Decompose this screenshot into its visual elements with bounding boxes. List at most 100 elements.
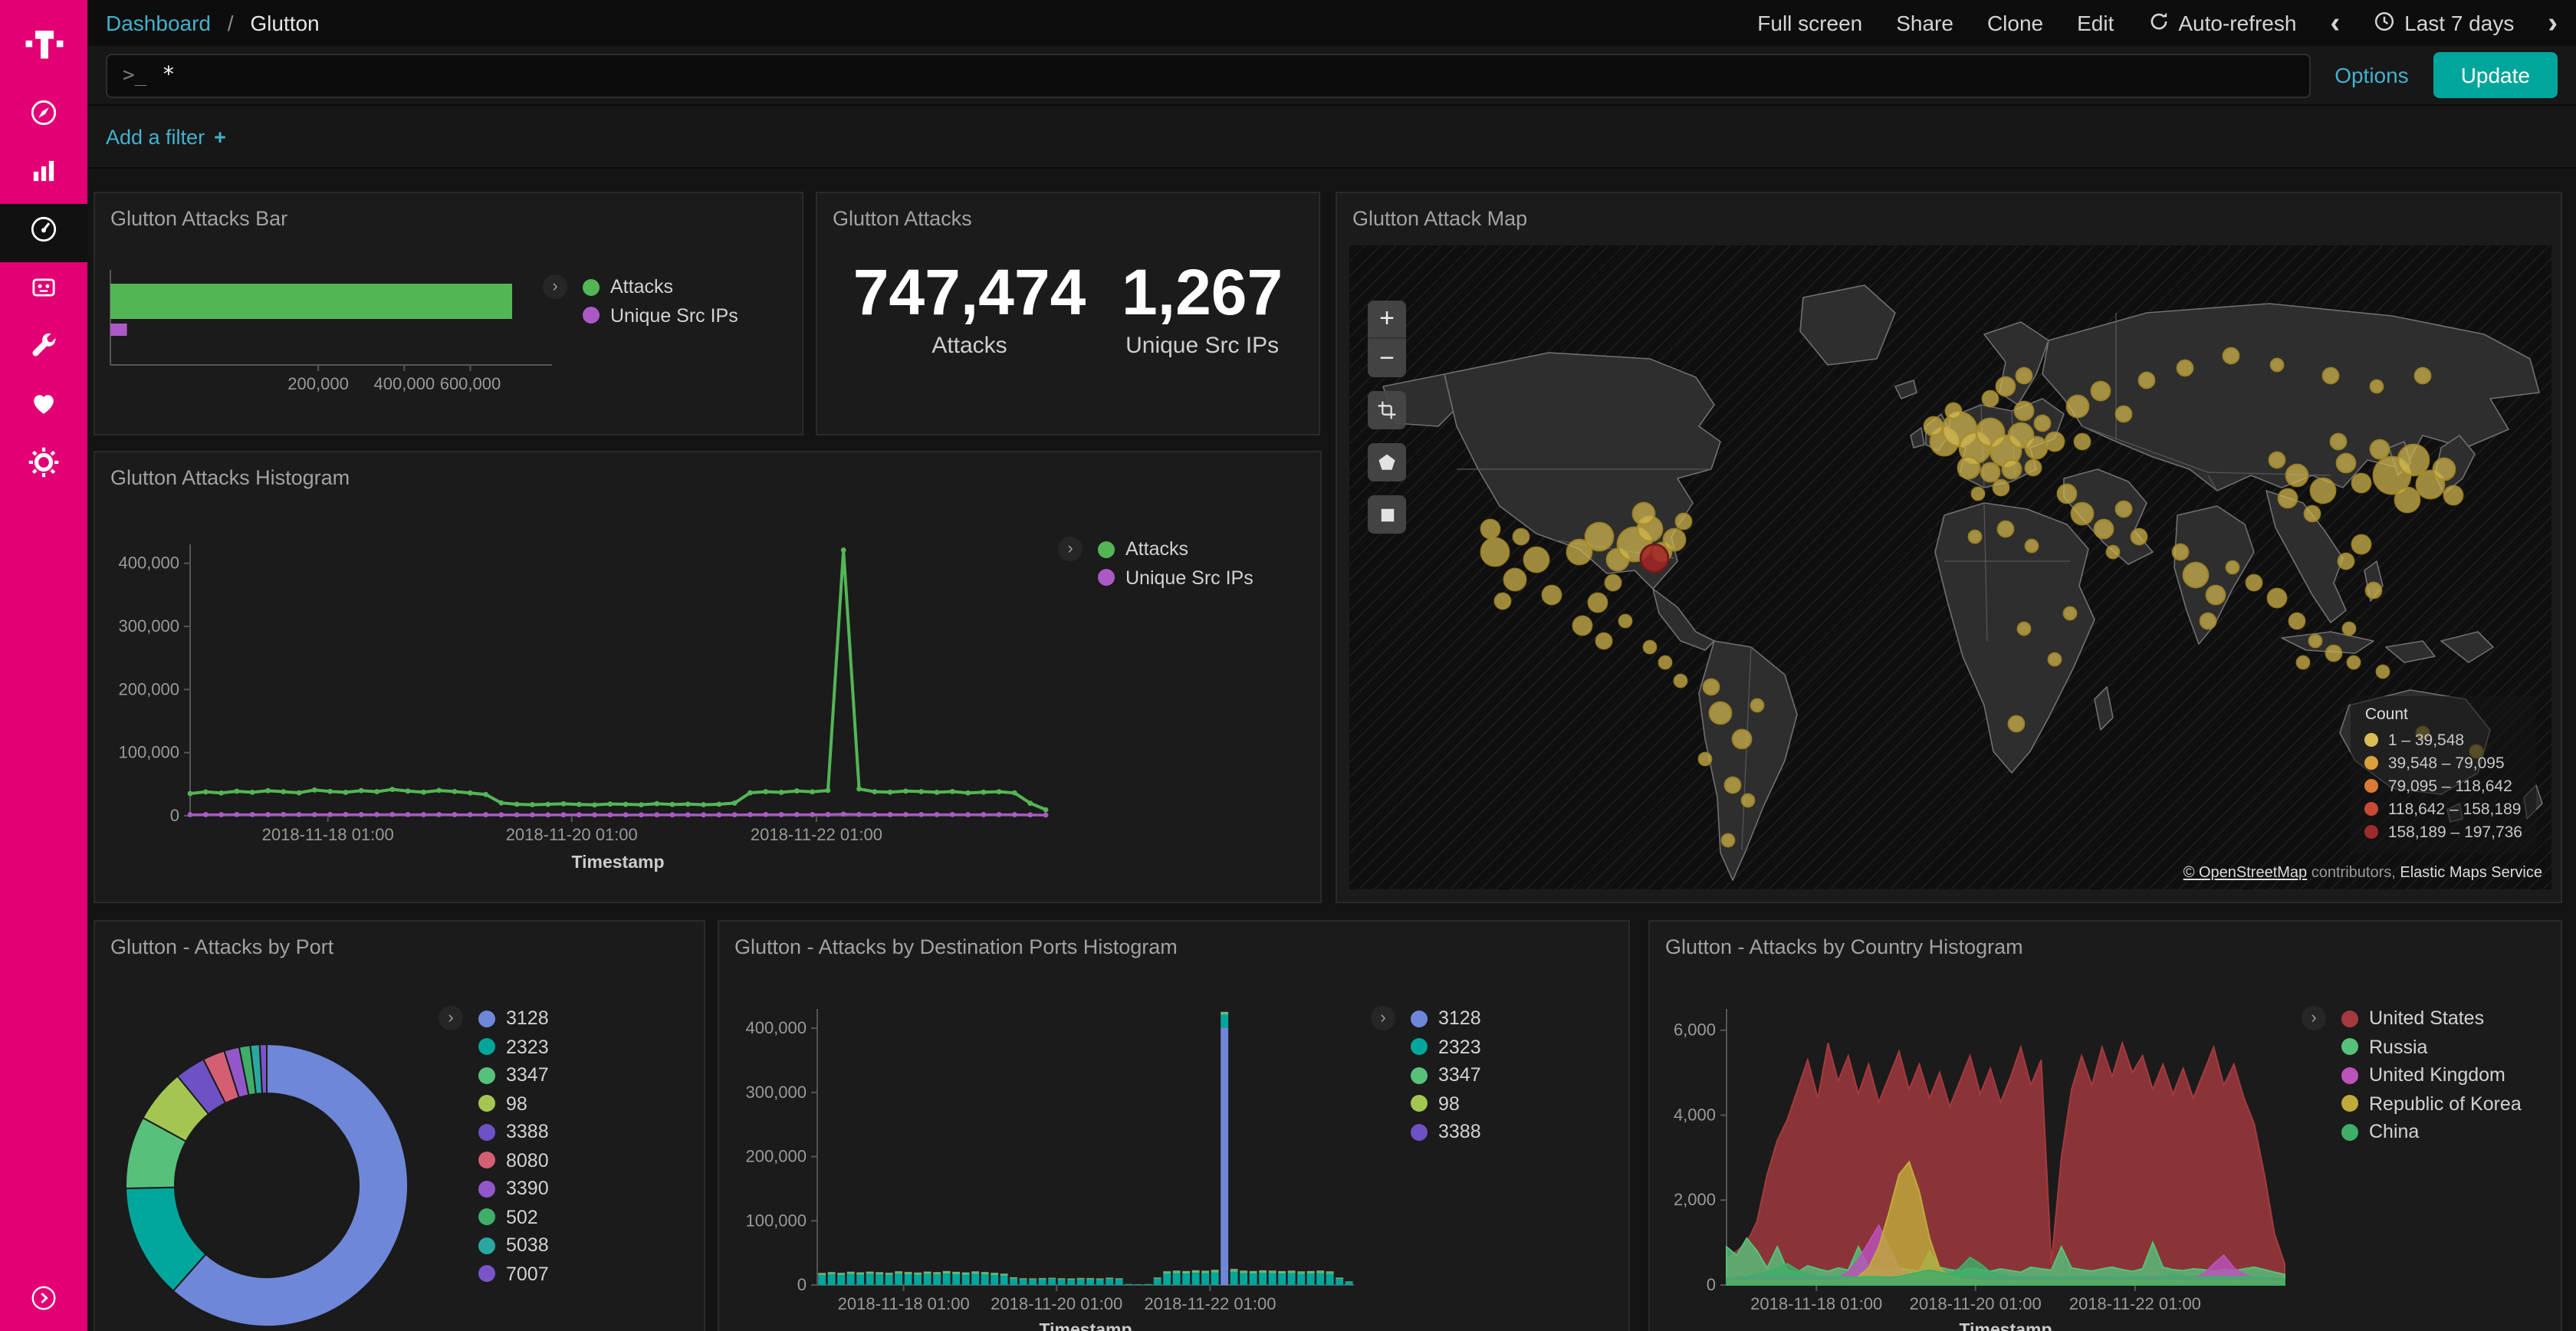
tmobile-logo[interactable]: [0, 0, 87, 87]
map-bubble[interactable]: [2433, 458, 2455, 480]
map-bubble[interactable]: [2269, 452, 2285, 468]
map-bubble[interactable]: [2026, 460, 2041, 475]
legend-item[interactable]: Republic of Korea: [2341, 1089, 2522, 1118]
map-bubble[interactable]: [2116, 406, 2131, 422]
legend-item[interactable]: 3347: [478, 1061, 549, 1089]
map-bubble[interactable]: [2289, 613, 2305, 629]
map-bubble[interactable]: [2045, 432, 2064, 451]
map-bubble[interactable]: [2371, 380, 2383, 393]
map-bubble[interactable]: [2415, 368, 2430, 383]
map-bubble[interactable]: [1504, 569, 1526, 590]
map-bubble[interactable]: [1674, 675, 1687, 687]
legend-item[interactable]: 3388: [478, 1118, 549, 1146]
map-bubble[interactable]: [1596, 633, 1612, 649]
map-bubble-hotspot[interactable]: [1641, 544, 1668, 572]
map-bubble[interactable]: [2323, 368, 2338, 383]
map-bubble[interactable]: [1573, 616, 1592, 635]
zoom-out-button[interactable]: −: [1368, 339, 1406, 377]
sidebar-item-visualize[interactable]: [0, 146, 87, 204]
map-bubble[interactable]: [2268, 589, 2286, 607]
map-bubble[interactable]: [2366, 583, 2381, 598]
legend-item[interactable]: China: [2341, 1118, 2522, 1146]
map-bubble[interactable]: [2226, 561, 2239, 573]
map-bubble[interactable]: [2305, 506, 2320, 521]
map-bubble[interactable]: [1722, 834, 1734, 846]
legend-item[interactable]: 3128: [1411, 1004, 1481, 1033]
map-bubble[interactable]: [2091, 382, 2110, 400]
sidebar-item-dev-tools[interactable]: [0, 320, 87, 379]
map-bubble[interactable]: [1585, 523, 1613, 550]
map-bubble[interactable]: [2246, 575, 2262, 590]
legend-item[interactable]: 2323: [478, 1033, 549, 1061]
legend-item[interactable]: 5038: [478, 1231, 549, 1260]
map-bubble[interactable]: [2343, 623, 2355, 635]
search-query-box[interactable]: >_: [106, 53, 2310, 97]
search-input[interactable]: [162, 63, 2293, 87]
add-filter-link[interactable]: Add a filter: [106, 125, 205, 148]
map-bubble[interactable]: [1981, 463, 1999, 481]
map-bubble[interactable]: [1495, 593, 1510, 609]
legend-item[interactable]: Attacks: [583, 273, 738, 301]
legend-toggle-icon[interactable]: ›: [543, 274, 567, 299]
map-bubble[interactable]: [2131, 529, 2147, 544]
map-bubble[interactable]: [2009, 716, 2024, 731]
map-bubble[interactable]: [2067, 396, 2088, 417]
map-bubble[interactable]: [2015, 402, 2033, 420]
attack-map[interactable]: + −: [1349, 245, 2551, 889]
map-bubble[interactable]: [2095, 520, 2113, 538]
map-bubble[interactable]: [2173, 544, 2188, 560]
map-bubble[interactable]: [1946, 403, 1961, 419]
add-filter-plus-icon[interactable]: +: [214, 125, 226, 148]
legend-item[interactable]: United Kingdom: [2341, 1061, 2522, 1089]
map-bubble[interactable]: [1704, 679, 1719, 695]
fit-data-bounds-icon[interactable]: [1368, 391, 1406, 429]
map-bubble[interactable]: [2064, 607, 2076, 619]
map-bubble[interactable]: [1589, 593, 1607, 612]
legend-item[interactable]: 3388: [1411, 1118, 1481, 1146]
map-bubble[interactable]: [2309, 635, 2321, 647]
map-bubble[interactable]: [2337, 454, 2355, 472]
update-button[interactable]: Update: [2433, 52, 2558, 98]
map-bubble[interactable]: [1676, 514, 1691, 529]
map-bubble[interactable]: [2326, 646, 2341, 661]
map-bubble[interactable]: [1619, 615, 1631, 627]
sidebar-item-dashboard[interactable]: [0, 204, 87, 262]
map-bubble[interactable]: [2444, 486, 2463, 504]
map-bubble[interactable]: [2279, 489, 2297, 508]
map-bubble[interactable]: [1998, 521, 2013, 537]
map-bubble[interactable]: [1524, 547, 1549, 572]
map-bubble[interactable]: [1958, 457, 1980, 478]
zoom-in-button[interactable]: +: [1368, 301, 1406, 339]
sidebar-item-discover[interactable]: [0, 87, 87, 146]
map-bubble[interactable]: [1481, 520, 1500, 538]
map-bubble[interactable]: [1983, 391, 1998, 406]
map-bubble[interactable]: [1513, 529, 1529, 544]
map-bubble[interactable]: [1969, 531, 1981, 543]
map-bubble[interactable]: [2206, 586, 2225, 604]
sidebar-item-monitoring[interactable]: [0, 379, 87, 437]
legend-toggle-icon[interactable]: ›: [2302, 1006, 2326, 1030]
map-bubble[interactable]: [1924, 417, 1943, 435]
time-picker[interactable]: Last 7 days: [2374, 10, 2514, 36]
map-bubble[interactable]: [2297, 656, 2309, 669]
map-bubble[interactable]: [2286, 465, 2308, 486]
legend-item[interactable]: 3390: [478, 1175, 549, 1203]
map-bubble[interactable]: [2352, 535, 2371, 554]
map-bubble[interactable]: [2116, 501, 2131, 517]
map-bubble[interactable]: [2200, 613, 2216, 629]
map-bubble[interactable]: [1996, 377, 2015, 396]
edit-button[interactable]: Edit: [2077, 11, 2114, 35]
map-bubble[interactable]: [2377, 666, 2389, 678]
legend-item[interactable]: 3347: [1411, 1061, 1481, 1089]
map-bubble[interactable]: [2183, 563, 2208, 587]
map-bubble[interactable]: [2398, 445, 2429, 475]
map-bubble[interactable]: [1972, 488, 1984, 500]
map-bubble[interactable]: [2075, 434, 2090, 449]
breadcrumb-dashboard-link[interactable]: Dashboard: [106, 11, 211, 35]
draw-polygon-icon[interactable]: [1368, 443, 1406, 481]
legend-item[interactable]: 502: [478, 1203, 549, 1231]
map-bubble[interactable]: [2331, 434, 2346, 449]
map-bubble[interactable]: [2072, 503, 2093, 524]
map-bubble[interactable]: [2026, 540, 2038, 552]
map-bubble[interactable]: [2049, 653, 2061, 666]
